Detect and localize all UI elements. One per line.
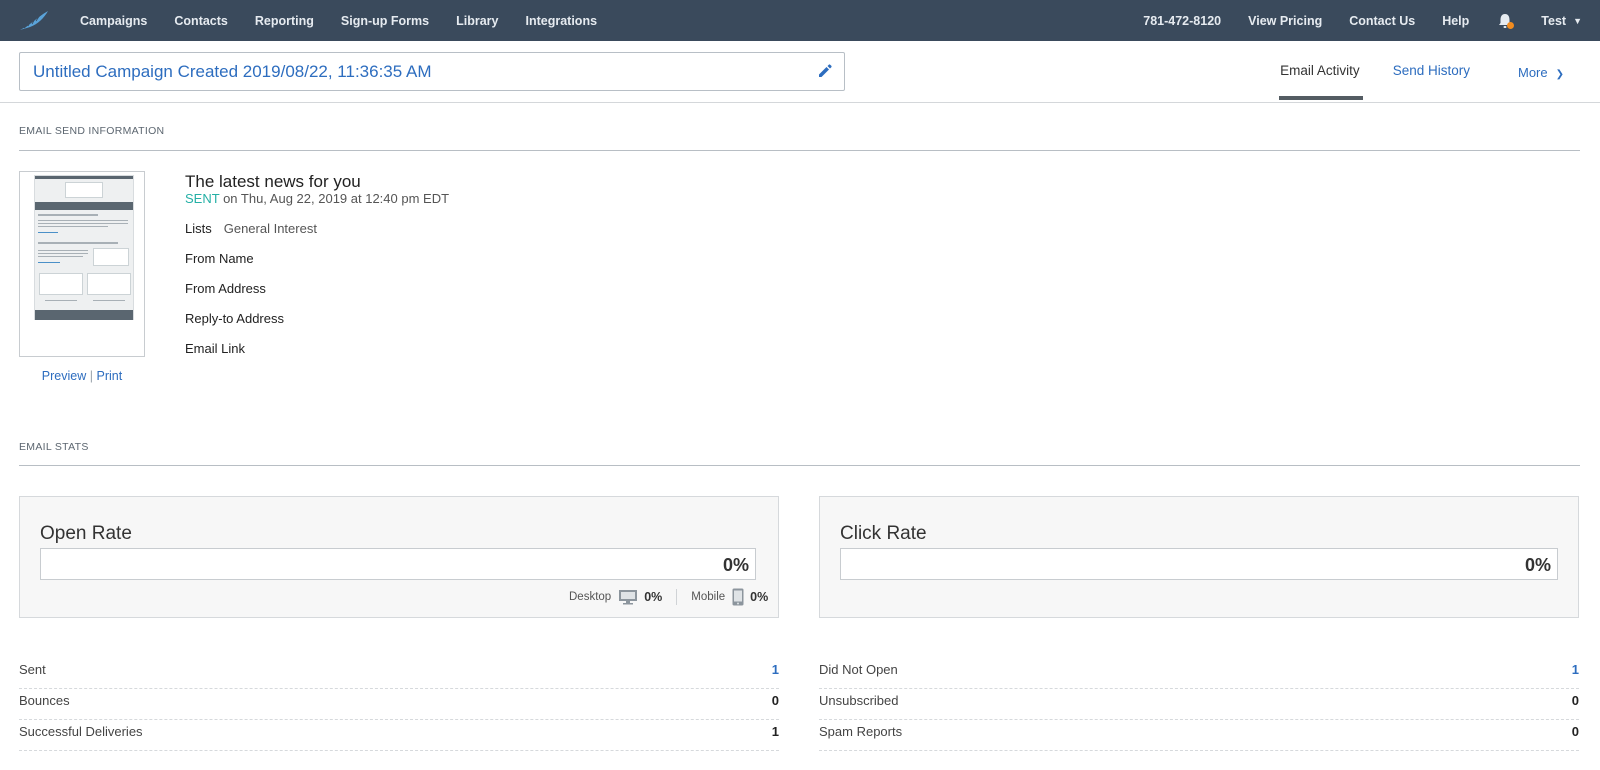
stat-value-link[interactable]: 1 [1572, 662, 1579, 677]
click-rate-title: Click Rate [840, 523, 927, 544]
bell-icon[interactable] [1496, 12, 1515, 30]
open-rate-card: Open Rate 0% Desktop 0% Mobile 0% [19, 496, 779, 618]
campaign-title: Untitled Campaign Created 2019/08/22, 11… [33, 62, 432, 81]
nav-view-pricing[interactable]: View Pricing [1248, 14, 1322, 28]
nav-contacts[interactable]: Contacts [174, 14, 227, 28]
nav-signup-forms[interactable]: Sign-up Forms [341, 14, 429, 28]
click-rate-bar: 0% [840, 548, 1558, 580]
stat-value: 0 [1571, 693, 1579, 708]
stat-value: 1 [771, 724, 779, 739]
device-breakdown: Desktop 0% Mobile 0% [569, 588, 768, 606]
detail-label: Reply-to Address [185, 311, 284, 326]
detail-label: From Address [185, 281, 266, 296]
nav-campaigns[interactable]: Campaigns [80, 14, 147, 28]
notification-dot [1507, 21, 1515, 29]
phone-number[interactable]: 781-472-8120 [1143, 14, 1221, 28]
stat-row-bounces: Bounces 0 [19, 689, 779, 720]
sent-date: on Thu, Aug 22, 2019 at 12:40 pm EDT [223, 191, 450, 206]
nav-contact-us[interactable]: Contact Us [1349, 14, 1415, 28]
email-preview-image [34, 175, 134, 320]
stat-label: Spam Reports [819, 724, 903, 739]
stat-label: Unsubscribed [819, 693, 899, 708]
mobile-icon [732, 588, 744, 606]
stat-value: 0 [771, 693, 779, 708]
engagement-stats-list: Did Not Open 1 Unsubscribed 0 Spam Repor… [819, 658, 1579, 751]
stat-value-link[interactable]: 1 [772, 662, 779, 677]
sent-info: SENT on Thu, Aug 22, 2019 at 12:40 pm ED… [185, 191, 449, 206]
email-subject: The latest news for you [185, 172, 361, 191]
thumbnail-links: Preview | Print [19, 369, 145, 383]
link-separator: | [89, 369, 93, 383]
tab-email-activity[interactable]: Email Activity [1279, 41, 1363, 100]
stat-row-spam-reports: Spam Reports 0 [819, 720, 1579, 751]
status-badge: SENT [185, 191, 220, 206]
detail-reply-to-address: Reply-to Address [185, 311, 296, 326]
tab-send-history[interactable]: Send History [1393, 41, 1470, 100]
click-rate-card: Click Rate 0% [819, 496, 1579, 618]
pencil-icon[interactable] [816, 62, 834, 80]
detail-label: Email Link [185, 341, 245, 356]
desktop-label: Desktop [569, 591, 612, 603]
nav-integrations[interactable]: Integrations [526, 14, 598, 28]
stat-row-did-not-open: Did Not Open 1 [819, 658, 1579, 689]
chevron-down-icon: ▼ [1573, 15, 1582, 26]
top-navigation: Campaigns Contacts Reporting Sign-up For… [0, 0, 1600, 41]
open-rate-value: 0% [722, 555, 749, 575]
print-link[interactable]: Print [96, 369, 122, 383]
desktop-value: 0% [644, 590, 663, 604]
delivery-stats-list: Sent 1 Bounces 0 Successful Deliveries 1 [19, 658, 779, 751]
user-name: Test [1541, 13, 1567, 28]
stat-label: Did Not Open [819, 662, 898, 677]
feather-logo-icon[interactable] [18, 8, 50, 34]
campaign-header: Untitled Campaign Created 2019/08/22, 11… [0, 41, 1600, 103]
section-label-stats: EMAIL STATS [19, 441, 89, 453]
section-divider [19, 465, 1580, 466]
desktop-icon [619, 590, 638, 605]
utility-menu: 781-472-8120 View Pricing Contact Us Hel… [1116, 0, 1582, 41]
detail-value: General Interest [223, 221, 317, 236]
nav-help[interactable]: Help [1442, 14, 1469, 28]
report-tabs: Email Activity Send History More ❯ [1249, 41, 1564, 103]
nav-library[interactable]: Library [456, 14, 498, 28]
detail-label: From Name [185, 251, 254, 266]
mobile-value: 0% [750, 590, 769, 604]
mobile-label: Mobile [691, 591, 726, 603]
detail-from-name: From Name [185, 251, 266, 266]
stat-label: Sent [19, 662, 46, 677]
more-label: More [1517, 65, 1548, 80]
detail-email-link: Email Link [185, 341, 257, 356]
campaign-title-field[interactable]: Untitled Campaign Created 2019/08/22, 11… [19, 52, 845, 91]
click-rate-value: 0% [1524, 555, 1551, 575]
stat-row-unsubscribed: Unsubscribed 0 [819, 689, 1579, 720]
more-menu[interactable]: More ❯ [1518, 41, 1564, 100]
section-label-send-info: EMAIL SEND INFORMATION [19, 125, 165, 137]
split-divider [676, 589, 678, 605]
preview-link[interactable]: Preview [42, 369, 86, 383]
detail-from-address: From Address [185, 281, 278, 296]
email-thumbnail[interactable] [19, 171, 145, 357]
user-menu[interactable]: Test ▼ [1541, 14, 1582, 28]
detail-label: Lists [185, 221, 212, 236]
stat-row-successful-deliveries: Successful Deliveries 1 [19, 720, 779, 751]
stat-label: Successful Deliveries [19, 724, 143, 739]
section-divider [19, 150, 1580, 151]
chevron-down-icon: ❯ [1555, 69, 1564, 80]
stat-label: Bounces [19, 693, 70, 708]
open-rate-title: Open Rate [40, 523, 132, 544]
main-menu: Campaigns Contacts Reporting Sign-up For… [80, 0, 624, 41]
stat-value: 0 [1571, 724, 1579, 739]
detail-lists: Lists General Interest [185, 221, 317, 236]
stat-row-sent: Sent 1 [19, 658, 779, 689]
open-rate-bar: 0% [40, 548, 756, 580]
nav-reporting[interactable]: Reporting [255, 14, 314, 28]
